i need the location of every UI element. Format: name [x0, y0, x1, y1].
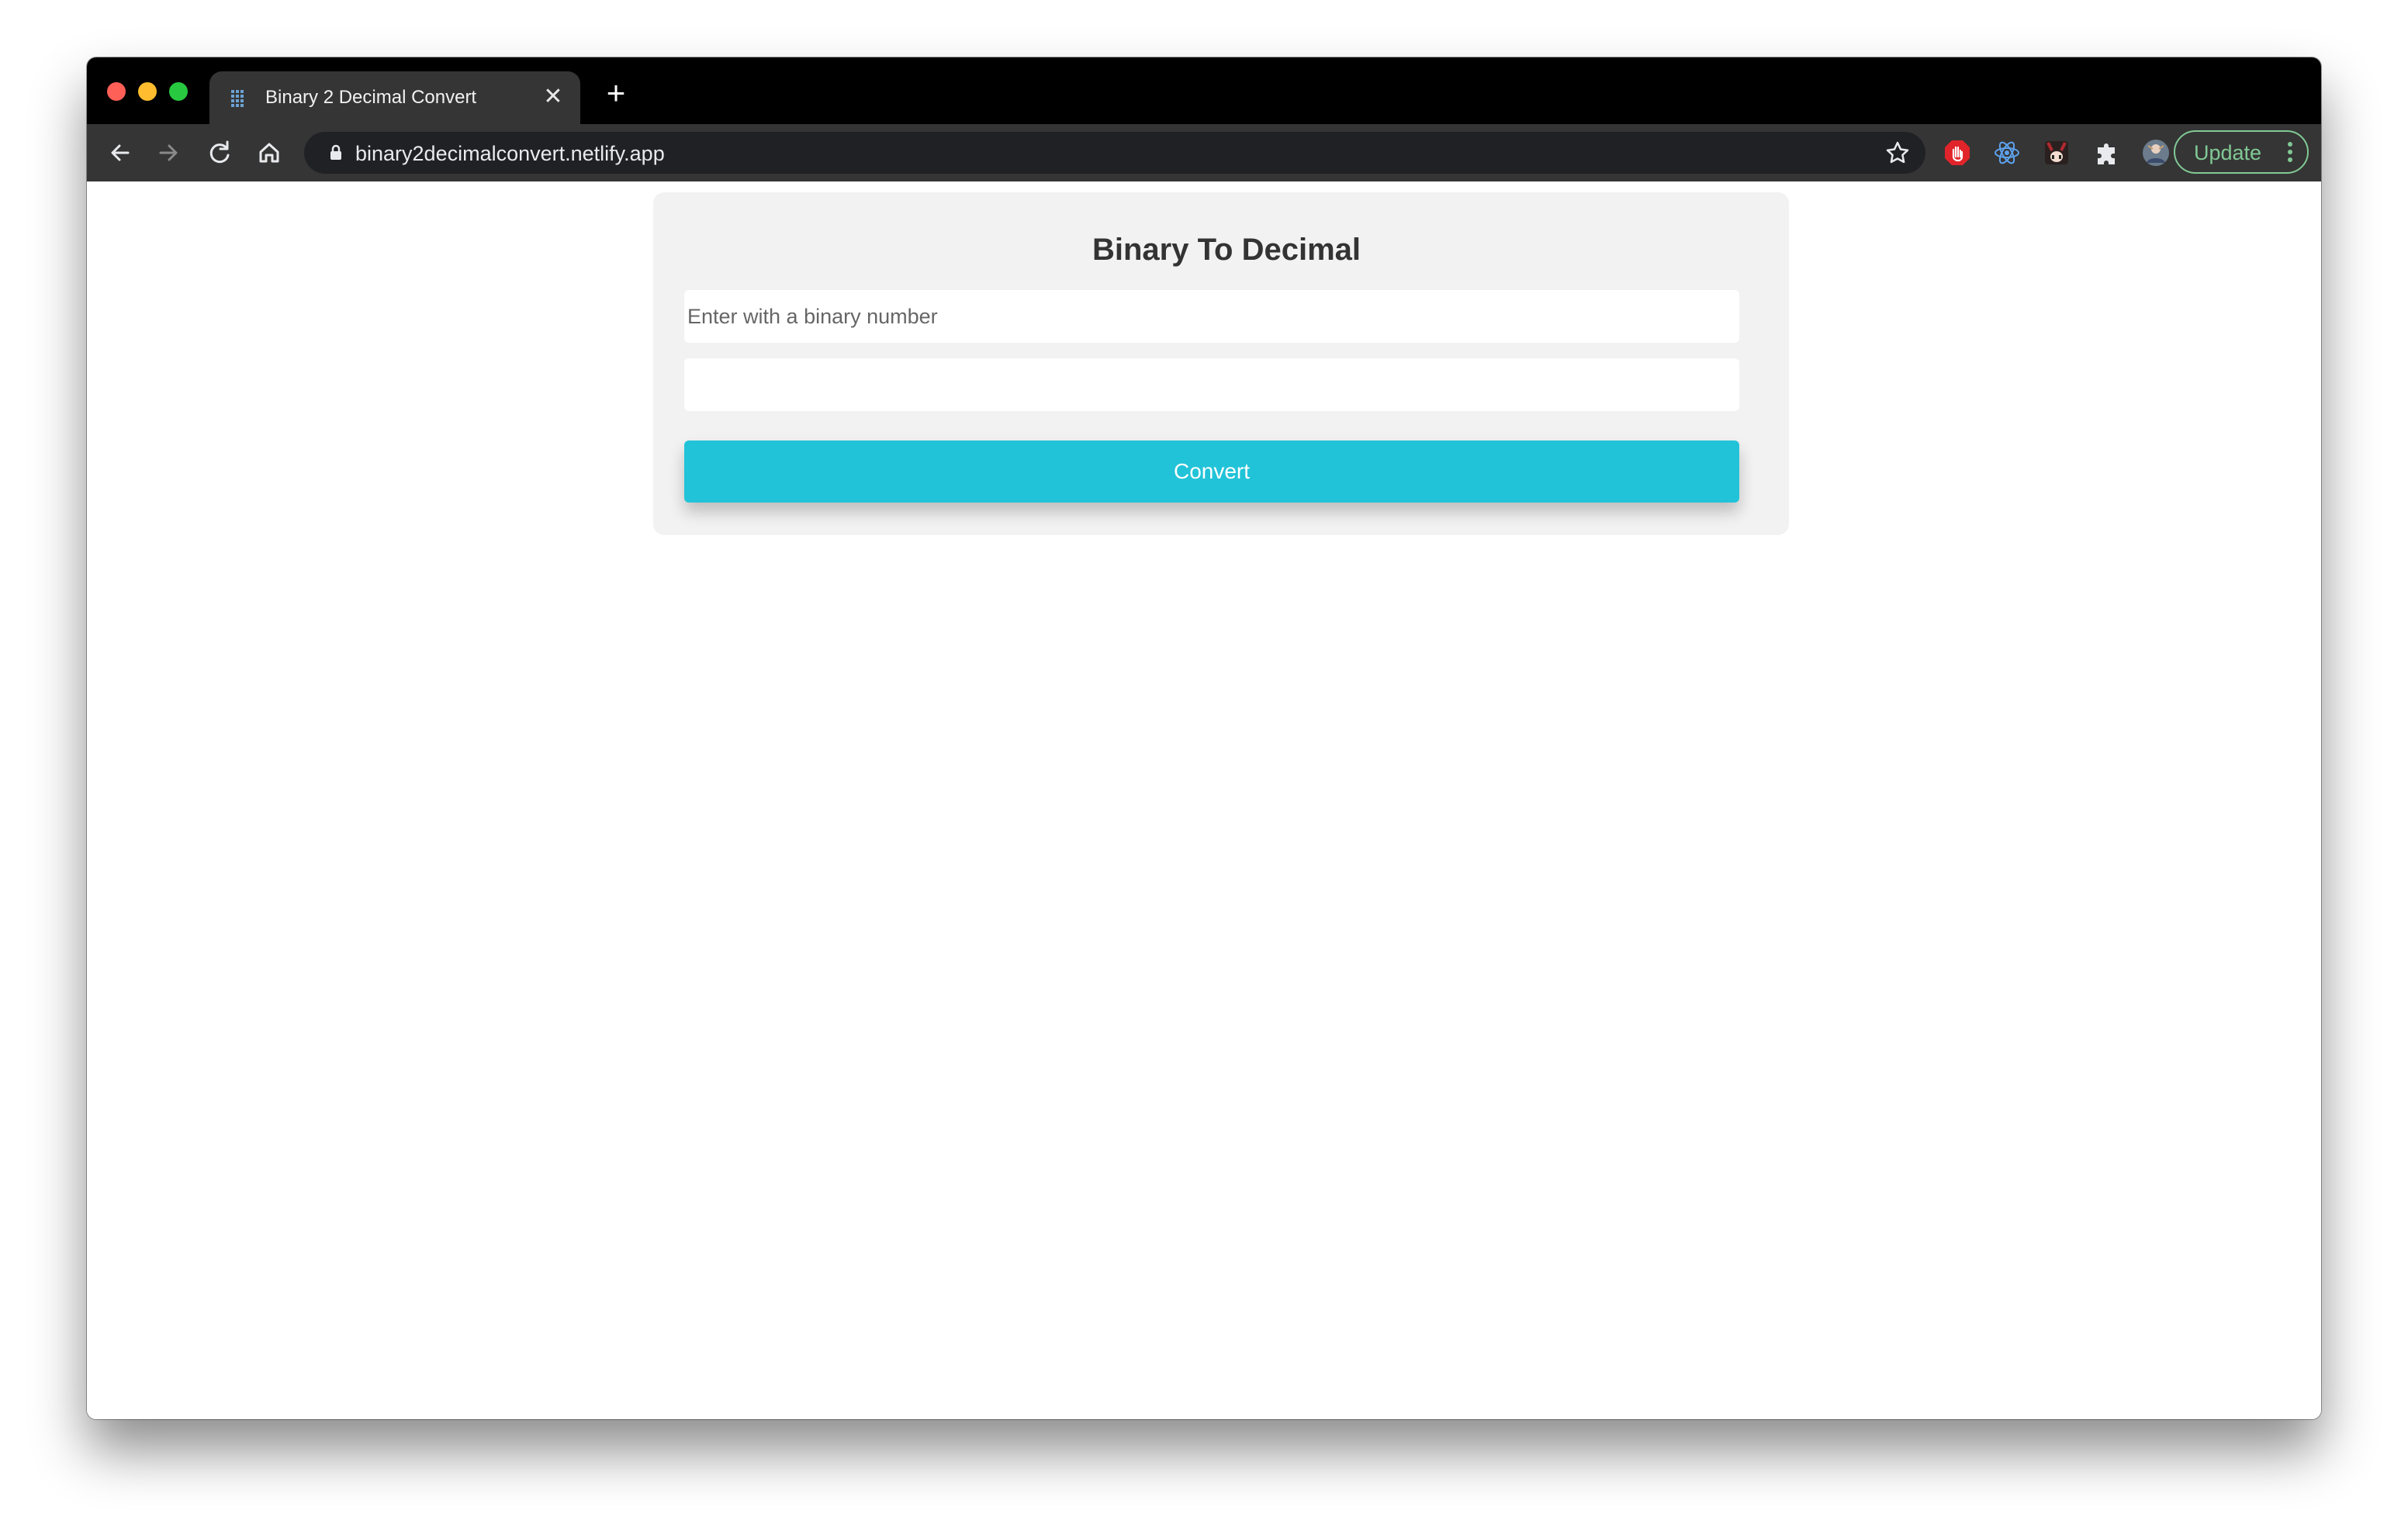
browser-toolbar: binary2decimalconvert.netlify.app Update — [87, 124, 2321, 181]
home-button[interactable] — [251, 135, 287, 171]
browser-window: Binary 2 Decimal Convert ✕ + binary2deci… — [87, 57, 2321, 1419]
anime-extension-icon[interactable] — [2042, 138, 2071, 168]
adblock-icon[interactable] — [1943, 138, 1972, 168]
maximize-window-button[interactable] — [169, 82, 188, 101]
title-bar: Binary 2 Decimal Convert ✕ + — [87, 57, 2321, 124]
kebab-menu-icon — [2288, 142, 2292, 162]
update-button[interactable]: Update — [2174, 130, 2309, 174]
decimal-output-field[interactable] — [684, 358, 1739, 411]
address-bar[interactable]: binary2decimalconvert.netlify.app — [304, 132, 1925, 174]
converter-card: Binary To Decimal Convert — [653, 192, 1789, 535]
page-title: Binary To Decimal — [1092, 233, 1361, 267]
binary-input[interactable] — [684, 290, 1739, 343]
lock-icon — [330, 144, 341, 160]
reload-button[interactable] — [202, 135, 237, 171]
extensions-puzzle-icon[interactable] — [2091, 138, 2121, 168]
arrow-left-icon — [111, 144, 130, 161]
browser-tab[interactable]: Binary 2 Decimal Convert ✕ — [209, 71, 580, 124]
convert-button[interactable]: Convert — [684, 441, 1739, 503]
bookmark-star-icon[interactable] — [1884, 139, 1912, 167]
update-label: Update — [2194, 141, 2262, 164]
home-icon — [259, 143, 279, 163]
new-tab-button[interactable]: + — [599, 76, 633, 110]
calculator-icon — [231, 88, 244, 107]
arrow-right-icon — [159, 144, 178, 161]
profile-avatar[interactable] — [2141, 138, 2171, 168]
url-text: binary2decimalconvert.netlify.app — [355, 142, 665, 165]
page-content: Binary To Decimal Convert — [87, 181, 2321, 1419]
close-tab-icon[interactable]: ✕ — [540, 84, 566, 110]
back-button[interactable] — [102, 135, 138, 171]
forward-button[interactable] — [150, 135, 186, 171]
react-devtools-icon[interactable] — [1992, 138, 2022, 168]
tab-title: Binary 2 Decimal Convert — [265, 87, 477, 108]
close-window-button[interactable] — [107, 82, 126, 101]
minimize-window-button[interactable] — [138, 82, 157, 101]
reload-icon — [209, 140, 230, 164]
